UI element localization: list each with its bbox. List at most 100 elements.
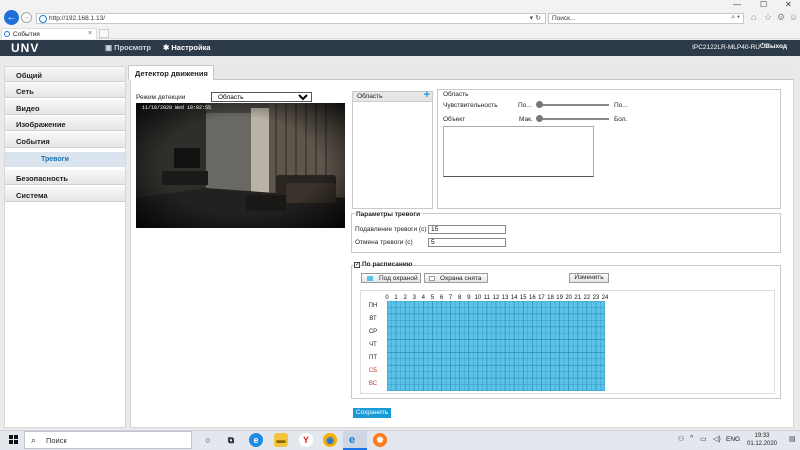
alarm-suppression-input[interactable] bbox=[428, 225, 506, 234]
monitor-icon: ▣ bbox=[105, 43, 115, 52]
schedule-grid[interactable] bbox=[386, 300, 606, 392]
new-tab-button[interactable] bbox=[99, 29, 109, 38]
sidebar-item-video[interactable]: Видео bbox=[5, 100, 125, 115]
alarm-params-title: Параметры тревоги bbox=[355, 211, 422, 218]
schedule-checkbox-label: По расписанию bbox=[362, 261, 413, 268]
sidebar-item-network[interactable]: Сеть bbox=[5, 83, 125, 98]
address-bar[interactable]: http://192.168.1.13/ ▾ ↻ bbox=[36, 13, 546, 24]
edit-schedule-button[interactable]: Изменить bbox=[569, 273, 609, 283]
tab-close-icon[interactable]: × bbox=[88, 30, 92, 37]
cortana-icon[interactable]: ○ bbox=[201, 433, 215, 447]
input-language[interactable]: ENG bbox=[726, 436, 740, 443]
alarm-params-panel bbox=[351, 213, 781, 253]
windows-start-icon[interactable] bbox=[9, 435, 19, 445]
tray-chevron-icon[interactable]: ^ bbox=[690, 435, 693, 442]
sensitivity-min-label: По... bbox=[518, 102, 532, 109]
taskbar-clock[interactable]: 19:33 01.12.2020 bbox=[739, 432, 785, 448]
alarm-cancel-input[interactable] bbox=[428, 238, 506, 247]
edge-icon[interactable]: e bbox=[249, 433, 263, 447]
schedule-checkbox[interactable]: ✓ bbox=[354, 262, 360, 268]
area-list-header: Область + bbox=[353, 89, 432, 102]
app-header: UNV ▣ Просмотр ✱ Настройка IPC2122LR-MLP… bbox=[0, 40, 800, 56]
refresh-icon[interactable]: ▾ ↻ bbox=[530, 14, 541, 22]
armed-legend-button[interactable]: Под охраной bbox=[361, 273, 421, 283]
sidebar-item-general[interactable]: Общий bbox=[5, 67, 125, 82]
save-button[interactable]: Сохранить bbox=[353, 408, 391, 418]
yandex-browser-icon[interactable]: Y bbox=[299, 433, 313, 447]
favorites-icon[interactable]: ☆ bbox=[764, 12, 772, 23]
sidebar-subitem-alarms[interactable]: Тревоги bbox=[5, 152, 125, 167]
smiley-icon[interactable]: ☺ bbox=[789, 12, 798, 22]
notifications-icon[interactable]: ▤ bbox=[789, 435, 796, 443]
address-text: http://192.168.1.13/ bbox=[49, 15, 106, 22]
detection-mode-label: Режим детекции bbox=[136, 94, 186, 101]
taskbar-search[interactable]: ⌕ Поиск bbox=[24, 431, 192, 449]
firefox-icon[interactable]: ✹ bbox=[373, 433, 387, 447]
sensitivity-slider[interactable] bbox=[535, 101, 612, 109]
sidebar-item-security[interactable]: Безопасность bbox=[5, 170, 125, 185]
armed-color-swatch bbox=[367, 276, 373, 281]
object-size-slider-thumb[interactable] bbox=[536, 115, 543, 122]
nav-settings[interactable]: ✱ Настройка bbox=[163, 43, 211, 52]
camera-image bbox=[136, 103, 345, 228]
object-size-preview-box bbox=[443, 126, 594, 177]
tab-motion-detection[interactable]: Детектор движения bbox=[128, 65, 214, 80]
schedule-day-label: ВС bbox=[368, 380, 378, 387]
close-icon[interactable]: ✕ bbox=[785, 0, 792, 10]
schedule-grid-lines bbox=[386, 300, 606, 392]
camera-preview: 11/18/2020 Wed 10:02:55 bbox=[136, 103, 345, 228]
volume-icon[interactable]: ◁) bbox=[713, 435, 721, 443]
sensitivity-max-label: По... bbox=[614, 102, 628, 109]
sidebar-item-image[interactable]: Изображение bbox=[5, 116, 125, 131]
tab-strip bbox=[0, 28, 800, 39]
settings-gear-icon[interactable]: ⚙ bbox=[777, 12, 785, 23]
schedule-day-label: ПТ bbox=[369, 354, 377, 361]
maximize-icon[interactable]: ☐ bbox=[760, 0, 767, 10]
taskbar-active-app[interactable]: e bbox=[343, 431, 367, 450]
nav-preview[interactable]: ▣ Просмотр bbox=[105, 43, 151, 52]
disarmed-color-swatch bbox=[429, 276, 435, 281]
clock-date: 01.12.2020 bbox=[746, 441, 778, 447]
area-panel-title: Область bbox=[443, 91, 469, 98]
object-size-max-label: Бол. bbox=[614, 116, 628, 123]
browser-tab[interactable]: События × bbox=[1, 28, 97, 39]
file-explorer-icon[interactable]: ▬ bbox=[274, 433, 288, 447]
sidebar-item-system[interactable]: Система bbox=[5, 187, 125, 202]
sidebar-item-events[interactable]: События bbox=[5, 133, 125, 148]
schedule-day-label: СБ bbox=[368, 367, 378, 374]
browser-search-input[interactable]: Поиск... ⌕ ▾ bbox=[548, 13, 744, 24]
detection-mode-select[interactable]: Область bbox=[211, 92, 312, 102]
clock-time: 19:33 bbox=[754, 433, 770, 439]
schedule-day-label: ЧТ bbox=[369, 342, 377, 348]
ie-icon bbox=[39, 15, 47, 23]
chrome-icon[interactable]: ◉ bbox=[323, 433, 337, 447]
tab-header bbox=[130, 62, 794, 80]
schedule-day-label: ВТ bbox=[369, 316, 377, 323]
object-size-min-label: Мак. bbox=[519, 116, 533, 123]
add-area-icon[interactable]: + bbox=[424, 89, 430, 101]
logout-button[interactable]: ⏻Выход bbox=[760, 43, 787, 51]
home-icon[interactable]: ⌂ bbox=[751, 12, 756, 22]
back-button[interactable]: ← bbox=[4, 10, 19, 25]
task-view-icon[interactable]: ⧉ bbox=[224, 433, 238, 447]
alarm-suppression-label: Подавление тревоги (с) bbox=[355, 226, 427, 233]
minimize-icon[interactable]: — bbox=[733, 0, 741, 10]
browser-search-placeholder: Поиск... bbox=[552, 15, 576, 22]
network-icon[interactable]: ▭ bbox=[700, 435, 707, 443]
search-icon[interactable]: ⌕ ▾ bbox=[731, 14, 740, 22]
disarmed-legend-button[interactable]: Охрана снята bbox=[424, 273, 488, 283]
alarm-cancel-label: Отмена тревоги (с) bbox=[355, 239, 413, 246]
schedule-day-label: СР bbox=[368, 329, 378, 336]
object-size-slider[interactable] bbox=[535, 115, 612, 123]
browser-tab-title: События bbox=[13, 31, 40, 38]
tab-favicon-icon bbox=[4, 31, 10, 37]
search-icon: ⌕ bbox=[31, 435, 37, 445]
area-list bbox=[352, 91, 433, 209]
forward-button[interactable]: → bbox=[21, 12, 32, 23]
schedule-day-label: ПН bbox=[368, 303, 378, 310]
object-size-label: Объект bbox=[443, 116, 466, 123]
sensitivity-slider-thumb[interactable] bbox=[536, 101, 543, 108]
sensitivity-label: Чувствительность bbox=[443, 102, 498, 109]
brand-logo: UNV bbox=[11, 41, 40, 55]
people-icon[interactable]: ⚇ bbox=[678, 435, 684, 443]
